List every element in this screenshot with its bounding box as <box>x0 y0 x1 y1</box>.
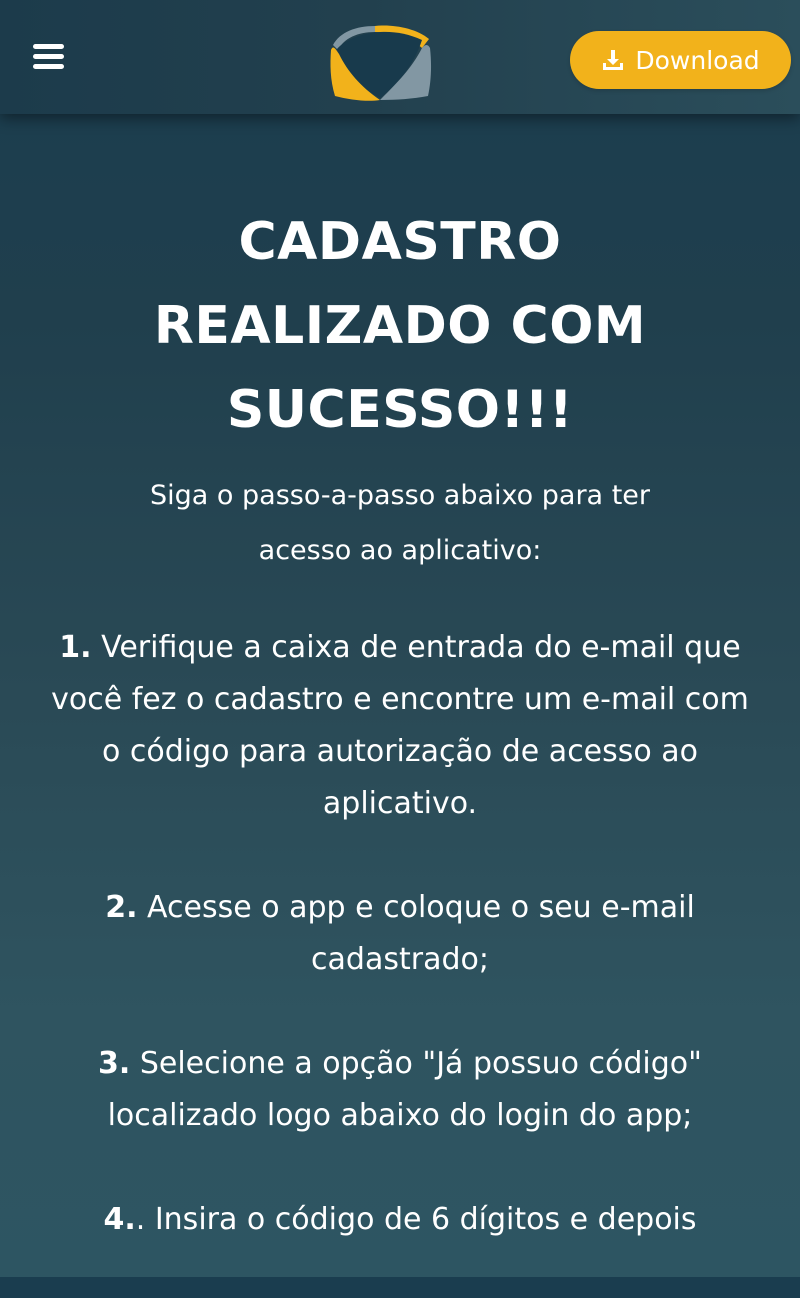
step-text: Verifique a caixa de entrada do e-mail q… <box>51 630 749 821</box>
hamburger-menu-icon[interactable] <box>30 40 68 74</box>
menu-line <box>33 64 64 69</box>
step-item: 1. Verifique a caixa de entrada do e-mai… <box>40 622 760 830</box>
step-item: 4.. Insira o código de 6 dígitos e depoi… <box>40 1194 760 1246</box>
menu-line <box>33 44 64 49</box>
page-title: CADASTRO REALIZADO COM SUCESSO!!! <box>153 212 647 440</box>
download-icon <box>603 50 624 70</box>
download-button[interactable]: Download <box>570 31 791 89</box>
main-content: CADASTRO REALIZADO COM SUCESSO!!! Siga o… <box>40 200 760 1298</box>
step-number: 1. <box>59 630 92 665</box>
step-number: 3. <box>98 1046 131 1081</box>
step-text: Selecione a opção "Já possuo código" loc… <box>107 1046 702 1133</box>
menu-line <box>33 54 64 59</box>
top-bar: Download <box>0 0 800 114</box>
brand-logo-icon[interactable] <box>330 20 432 102</box>
step-number: 2. <box>105 890 138 925</box>
step-item: 2. Acesse o app e coloque o seu e-mail c… <box>40 882 760 986</box>
steps-list: 1. Verifique a caixa de entrada do e-mai… <box>40 622 760 1246</box>
intro-text: Siga o passo-a-passo abaixo para ter ace… <box>150 480 650 566</box>
step-text: . Insira o código de 6 dígitos e depois <box>135 1202 697 1237</box>
download-label: Download <box>635 45 760 75</box>
step-text: Acesse o app e coloque o seu e-mail cada… <box>147 890 695 977</box>
step-number: 4. <box>103 1202 136 1237</box>
step-item: 3. Selecione a opção "Já possuo código" … <box>40 1038 760 1142</box>
